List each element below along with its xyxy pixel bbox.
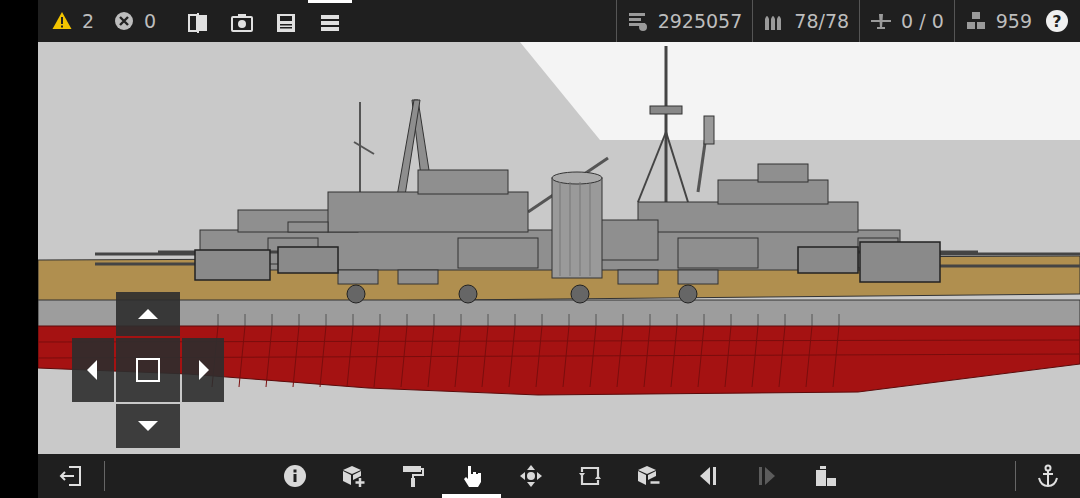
- stat-item: 959: [954, 0, 1042, 42]
- alert-count: 2: [82, 10, 94, 32]
- arrow-right-icon: [191, 358, 215, 382]
- weight-icon: [627, 10, 649, 32]
- arrow-up-icon: [136, 302, 160, 326]
- paint-roller-icon: [401, 464, 425, 488]
- error-icon: [114, 11, 134, 31]
- menu-icon: [319, 12, 341, 34]
- camera-dpad: [72, 292, 224, 448]
- mirror-right-icon: [755, 464, 779, 488]
- dpad-center-button[interactable]: [116, 338, 180, 402]
- alert-counter[interactable]: 2: [52, 10, 94, 32]
- stat-item: 0 / 0: [859, 0, 954, 42]
- top-tool-button[interactable]: [220, 0, 264, 42]
- bottom-toolbar: [38, 454, 1080, 498]
- arrow-down-icon: [136, 414, 160, 438]
- arrow-left-icon: [81, 358, 105, 382]
- stat-value: 78/78: [794, 10, 849, 32]
- tool-button[interactable]: [796, 454, 855, 498]
- exit-button[interactable]: [38, 454, 104, 498]
- add-block-icon: [342, 464, 366, 488]
- viewport-3d[interactable]: [38, 42, 1080, 454]
- camera-icon: [231, 12, 253, 34]
- remove-block-icon: [637, 464, 661, 488]
- dpad-left-button[interactable]: [72, 338, 114, 402]
- hand-pointer-icon: [460, 464, 484, 488]
- tool-button[interactable]: [560, 454, 619, 498]
- anchor-button[interactable]: [1016, 454, 1080, 498]
- top-left-group: 20: [38, 0, 352, 42]
- ship-editor: 20292505778/780 / 0959?: [0, 0, 1080, 498]
- tool-button[interactable]: [442, 454, 501, 498]
- left-strip: [0, 0, 38, 498]
- exit-icon: [59, 464, 83, 488]
- parts-icon: [965, 10, 987, 32]
- save-icon: [275, 12, 297, 34]
- stat-value: 959: [996, 10, 1032, 32]
- tool-button[interactable]: [619, 454, 678, 498]
- split-view-icon: [187, 12, 209, 34]
- separator: [104, 461, 105, 491]
- info-icon: [283, 464, 307, 488]
- alert-counter[interactable]: 0: [114, 10, 156, 32]
- warning-icon: [52, 11, 72, 31]
- tool-button[interactable]: [737, 454, 796, 498]
- layers-icon: [814, 464, 838, 488]
- tool-button[interactable]: [501, 454, 560, 498]
- rotate-icon: [578, 464, 602, 488]
- stats-group: 2925057 78/78 0 / 0 959?: [616, 0, 1080, 42]
- tool-button[interactable]: [383, 454, 442, 498]
- tool-button[interactable]: [324, 454, 383, 498]
- tool-button[interactable]: [678, 454, 737, 498]
- plane-icon: [870, 10, 892, 32]
- help-button[interactable]: ?: [1046, 10, 1068, 32]
- tool-group: [265, 454, 855, 498]
- ammo-icon: [763, 10, 785, 32]
- stat-item: 78/78: [752, 0, 859, 42]
- stat-item: 2925057: [616, 0, 753, 42]
- mirror-left-icon: [696, 464, 720, 488]
- square-icon: [136, 358, 160, 382]
- anchor-icon: [1036, 464, 1060, 488]
- dpad-up-button[interactable]: [116, 292, 180, 336]
- main-area: 20292505778/780 / 0959?: [38, 0, 1080, 498]
- alert-count: 0: [144, 10, 156, 32]
- stat-value: 2925057: [658, 10, 743, 32]
- top-tool-button[interactable]: [176, 0, 220, 42]
- move-icon: [519, 464, 543, 488]
- dpad-down-button[interactable]: [116, 404, 180, 448]
- tool-button[interactable]: [265, 454, 324, 498]
- dpad-right-button[interactable]: [182, 338, 224, 402]
- top-bar: 20292505778/780 / 0959?: [38, 0, 1080, 42]
- top-tool-button[interactable]: [308, 0, 352, 42]
- separator: [1015, 461, 1016, 491]
- stat-value: 0 / 0: [901, 10, 944, 32]
- top-tool-button[interactable]: [264, 0, 308, 42]
